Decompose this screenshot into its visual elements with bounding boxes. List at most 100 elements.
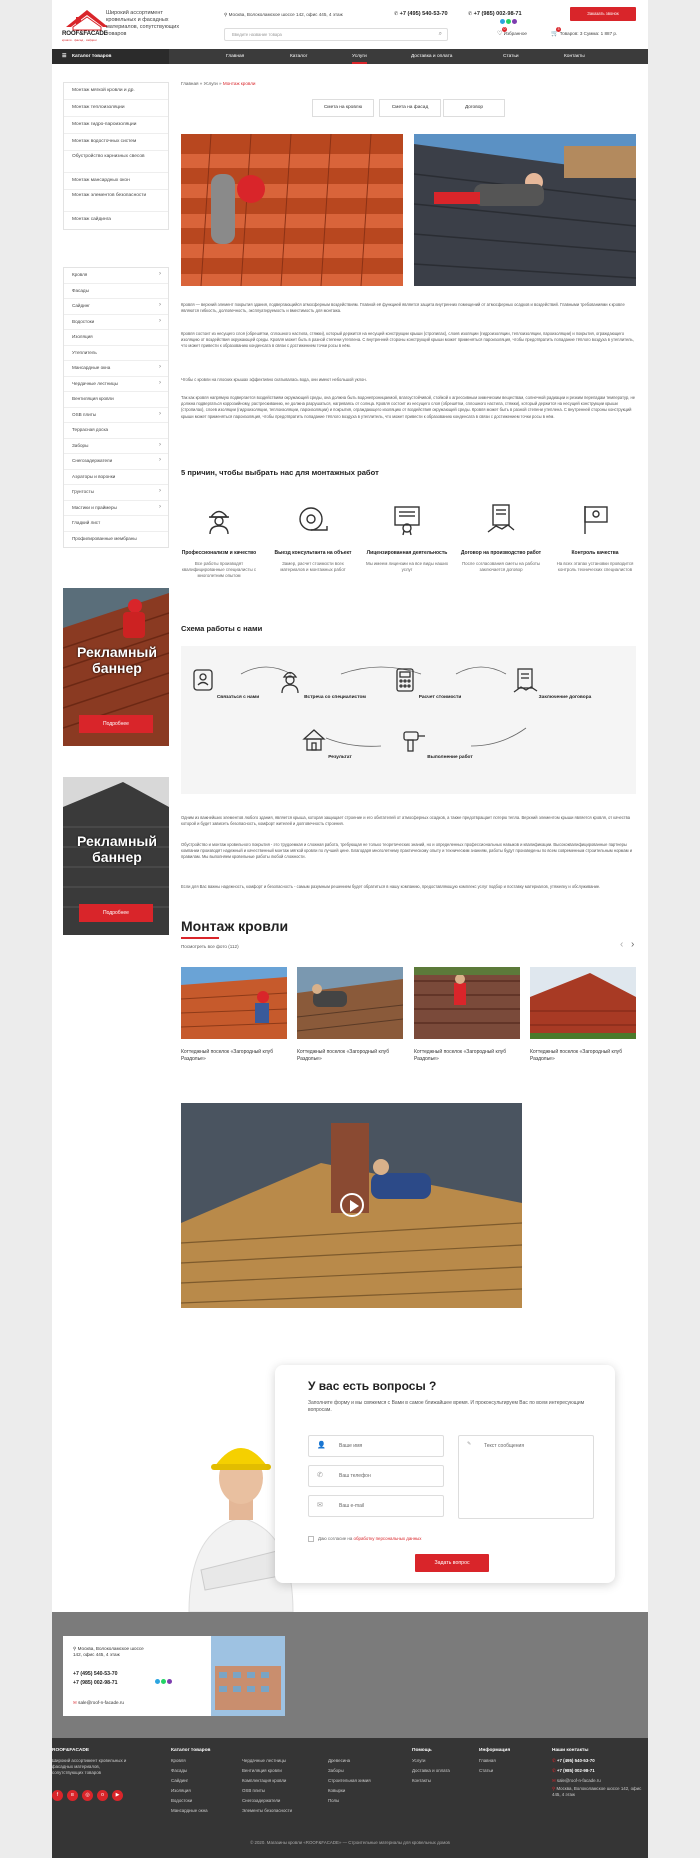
footer-link[interactable]: Заборы — [328, 1766, 371, 1776]
privacy-link[interactable]: обработку персональных данных — [354, 1536, 422, 1541]
facebook-icon[interactable]: f — [52, 1790, 63, 1801]
contact-email[interactable]: ✉ sale@roof-n-facade.ru — [73, 1700, 124, 1706]
telegram-icon[interactable] — [500, 19, 505, 24]
footer-link[interactable]: Главная — [479, 1756, 510, 1766]
footer-link[interactable]: Снегозадержатели — [242, 1796, 292, 1806]
gallery-prev-arrow-icon[interactable]: ‹ — [620, 939, 623, 950]
footer-link[interactable]: Чердачные лестницы — [242, 1756, 292, 1766]
footer-link[interactable]: Статьи — [479, 1766, 510, 1776]
footer-link[interactable]: OSB плиты — [242, 1786, 292, 1796]
header-phone-1[interactable]: ✆ +7 (495) 540-53-70 — [394, 11, 448, 17]
play-icon[interactable] — [340, 1193, 364, 1217]
favorites-link[interactable]: ♡ 0 Избранное — [497, 27, 527, 37]
odnoklassniki-icon[interactable]: о — [97, 1790, 108, 1801]
catalog-menu-item[interactable]: Мансардные окна › — [64, 361, 168, 377]
checkbox[interactable] — [308, 1536, 314, 1542]
consent-checkbox[interactable]: Даю согласие на обработку персональных д… — [308, 1536, 422, 1542]
catalog-menu-item[interactable]: Гладкий лист — [64, 516, 168, 532]
tab-roof-estimate[interactable]: Смета на кровлю — [312, 99, 374, 117]
catalog-menu-item[interactable]: OSB плиты › — [64, 408, 168, 423]
catalog-menu-item[interactable]: Фасады — [64, 284, 168, 299]
catalog-menu-item[interactable]: Аэраторы и воронки — [64, 470, 168, 485]
contact-phone-1[interactable]: +7 (495) 540-53-70 — [73, 1671, 118, 1677]
whatsapp-icon[interactable] — [161, 1679, 166, 1684]
footer-link[interactable]: Комплектация кровли — [242, 1776, 292, 1786]
footer-link[interactable]: Элементы безопасности — [242, 1806, 292, 1816]
catalog-menu-item[interactable]: Грунтосты › — [64, 485, 168, 501]
tab-facade-estimate[interactable]: Смета на фасад — [379, 99, 441, 117]
footer-phone-1[interactable]: ✆ +7 (495) 540-53-70 — [552, 1756, 644, 1766]
submit-question-button[interactable]: Задать вопрос — [415, 1554, 489, 1572]
instagram-icon[interactable]: ◎ — [82, 1790, 93, 1801]
header-phone-2[interactable]: ✆ +7 (985) 002-98-71 — [468, 11, 522, 17]
footer-link[interactable]: Полы — [328, 1796, 371, 1806]
gallery-item[interactable]: Коттеджный поселок «Загородный клуб Разд… — [180, 967, 288, 1063]
footer-link[interactable]: Древесина — [328, 1756, 371, 1766]
services-menu-item[interactable]: Монтаж теплоизоляции — [64, 100, 168, 117]
nav-services[interactable]: Услуги — [352, 49, 367, 64]
search-icon[interactable]: ⌕ — [439, 31, 442, 38]
catalog-menu-item[interactable]: Вентиляция кровли — [64, 392, 168, 408]
footer-phone-2[interactable]: ✆ +7 (985) 002-98-71 — [552, 1766, 644, 1776]
footer-link[interactable]: Ковырки — [328, 1786, 371, 1796]
gallery-next-arrow-icon[interactable]: › — [631, 939, 634, 950]
catalog-menu-item[interactable]: Водостоки › — [64, 315, 168, 330]
video-player[interactable] — [181, 1103, 522, 1308]
banner-more-button[interactable]: Подробнее — [79, 904, 153, 922]
vk-icon[interactable]: в — [67, 1790, 78, 1801]
nav-articles[interactable]: Статьи — [503, 49, 519, 64]
gallery-item[interactable]: Коттеджный поселок «Загородный клуб Разд… — [296, 967, 404, 1063]
catalog-menu-item[interactable]: Мастики и праймеры › — [64, 501, 168, 516]
gallery-item[interactable]: Коттеджный поселок «Загородный клуб Разд… — [414, 967, 520, 1063]
cart-link[interactable]: 🛒 3 Товаров: 3 Суммa: 1 887 р. — [551, 27, 617, 37]
ad-banner-1[interactable]: Рекламный баннер Подробнее — [63, 588, 169, 746]
nav-contacts[interactable]: Контакты — [564, 49, 585, 64]
footer-link[interactable]: Мансардные окна — [171, 1806, 211, 1816]
telegram-icon[interactable] — [155, 1679, 160, 1684]
services-menu-item[interactable]: Монтаж элементов безопасности — [64, 190, 168, 212]
catalog-menu-item[interactable]: Изоляция — [64, 330, 168, 346]
footer-link[interactable]: Сайдинг — [171, 1776, 211, 1786]
youtube-icon[interactable]: ▶ — [112, 1790, 123, 1801]
catalog-menu-item[interactable]: Террасная доска — [64, 423, 168, 439]
viber-icon[interactable] — [512, 19, 517, 24]
footer-email[interactable]: ✉ sale@roof-n-facade.ru — [552, 1776, 644, 1786]
footer-link[interactable]: Доставка и оплата — [412, 1766, 450, 1776]
email-field[interactable]: ✉ Ваш e-mail — [308, 1495, 444, 1517]
footer-link[interactable]: Фасады — [171, 1766, 211, 1776]
services-menu-item[interactable]: Монтаж мягкой кровли и др. — [64, 83, 168, 100]
breadcrumb-home[interactable]: Главная — [181, 81, 198, 86]
all-photos-link[interactable]: Посмотреть все фото (112) — [181, 944, 239, 949]
services-menu-item[interactable]: Монтаж сайдинга — [64, 212, 168, 229]
site-logo[interactable]: ROOF&FACADE кровля · фасад · сайдинг — [62, 7, 112, 45]
catalog-menu-item[interactable]: Сайдинг › — [64, 299, 168, 315]
footer-link[interactable]: Контакты — [412, 1776, 450, 1786]
name-field[interactable]: 👤 Ваше имя — [308, 1435, 444, 1457]
phone-field[interactable]: ✆ Ваш телефон — [308, 1465, 444, 1487]
gallery-item[interactable]: Коттеджный поселок «Загородный клуб Разд… — [530, 967, 636, 1063]
services-menu-item[interactable]: Монтаж мансардных окон — [64, 173, 168, 190]
callback-button[interactable]: Заказать звонок — [570, 7, 636, 21]
footer-link[interactable]: Строительная химия — [328, 1776, 371, 1786]
services-menu-item[interactable]: Монтаж водосточных систем — [64, 134, 168, 151]
catalog-menu-item[interactable]: Снегозадержатели › — [64, 454, 168, 470]
nav-delivery[interactable]: Доставка и оплата — [411, 49, 452, 64]
footer-link[interactable]: Изоляция — [171, 1786, 211, 1796]
nav-catalog[interactable]: Каталог — [290, 49, 307, 64]
services-menu-item[interactable]: Обустройство карнизных свесов — [64, 151, 168, 173]
tab-contract[interactable]: Договор — [443, 99, 505, 117]
catalog-menu-item[interactable]: Кровля › — [64, 268, 168, 284]
footer-link[interactable]: Водостоки — [171, 1796, 211, 1806]
catalog-menu-item[interactable]: Заборы › — [64, 439, 168, 454]
nav-home[interactable]: Главная — [226, 49, 244, 64]
footer-link[interactable]: Кровля — [171, 1756, 211, 1766]
catalog-menu-item[interactable]: Профилированные мембраны — [64, 532, 168, 548]
footer-link[interactable]: Услуги — [412, 1756, 450, 1766]
message-field[interactable]: ✎ Текст сообщения — [458, 1435, 594, 1519]
catalog-menu-item[interactable]: Чердачные лестницы › — [64, 377, 168, 392]
viber-icon[interactable] — [167, 1679, 172, 1684]
catalog-menu-item[interactable]: Утеплитель — [64, 346, 168, 361]
ad-banner-2[interactable]: Рекламный баннер Подробнее — [63, 777, 169, 935]
banner-more-button[interactable]: Подробнее — [79, 715, 153, 733]
whatsapp-icon[interactable] — [506, 19, 511, 24]
